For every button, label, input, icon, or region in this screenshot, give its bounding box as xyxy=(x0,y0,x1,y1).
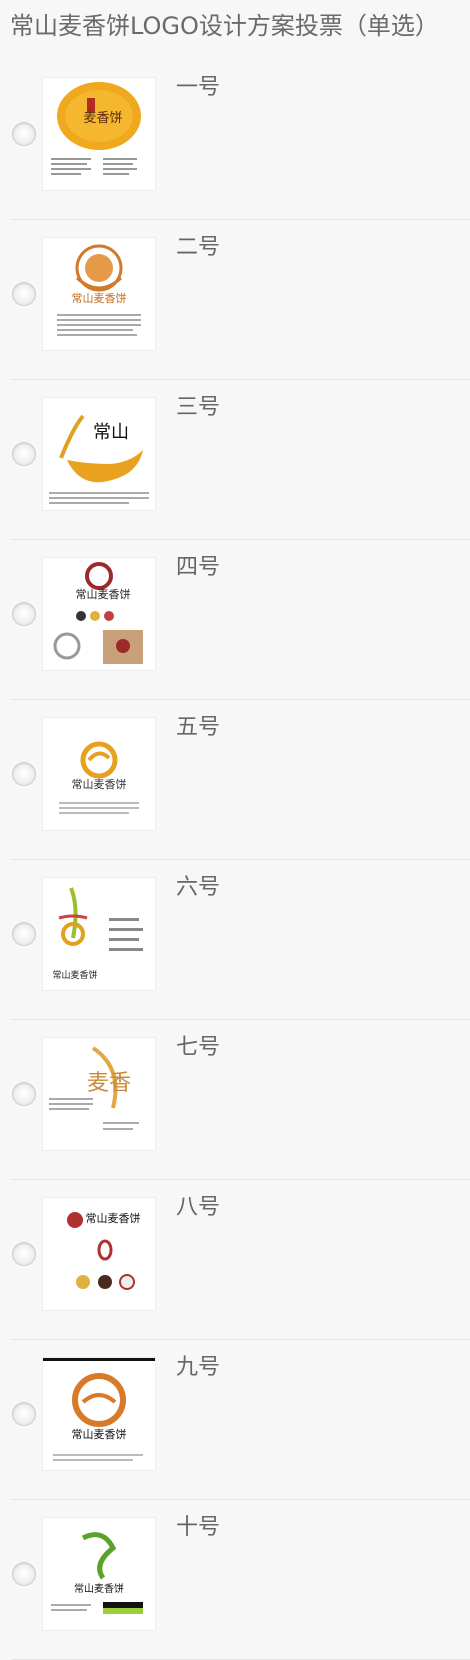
vote-option-7[interactable]: 麦香 七号 xyxy=(12,1020,470,1180)
logo-thumbnail[interactable]: 常山麦香饼 xyxy=(42,557,156,671)
option-label: 九号 xyxy=(176,1355,221,1380)
option-label: 五号 xyxy=(176,715,221,740)
logo-text: 常山麦香饼 xyxy=(76,587,131,601)
vote-option-3[interactable]: 常山 三号 xyxy=(12,380,470,540)
logo-text: 麦香饼 xyxy=(83,111,122,126)
logo-text: 常山 xyxy=(93,422,129,443)
vote-option-5[interactable]: 常山麦香饼 五号 xyxy=(12,700,470,860)
logo-thumbnail[interactable]: 常山麦香饼 xyxy=(42,877,156,991)
option-label: 六号 xyxy=(176,875,221,900)
logo-text: 常山麦香饼 xyxy=(72,777,127,791)
vote-option-8[interactable]: 常山麦香饼 八号 xyxy=(12,1180,470,1340)
vote-option-10[interactable]: 常山麦香饼 十号 xyxy=(12,1500,470,1660)
radio-button[interactable] xyxy=(12,1242,36,1266)
logo-thumbnail[interactable]: 常山麦香饼 xyxy=(42,1357,156,1471)
logo-text: 常山麦香饼 xyxy=(52,969,97,981)
option-label: 二号 xyxy=(176,235,221,260)
radio-button[interactable] xyxy=(12,1082,36,1106)
logo-text: 常山麦香饼 xyxy=(74,1582,124,1595)
radio-button[interactable] xyxy=(12,1402,36,1426)
option-label: 七号 xyxy=(176,1035,221,1060)
radio-button[interactable] xyxy=(12,282,36,306)
vote-options-list: 麦香饼 一号 常山麦香饼 二号 常山 三号 常山麦香饼 四号 常山麦香饼 五号 … xyxy=(0,60,470,1660)
vote-option-4[interactable]: 常山麦香饼 四号 xyxy=(12,540,470,700)
logo-text: 常山麦香饼 xyxy=(72,1427,127,1441)
radio-button[interactable] xyxy=(12,122,36,146)
logo-text: 常山麦香饼 xyxy=(72,291,127,305)
logo-thumbnail[interactable]: 常山 xyxy=(42,397,156,511)
logo-text: 常山麦香饼 xyxy=(86,1211,141,1225)
vote-option-6[interactable]: 常山麦香饼 六号 xyxy=(12,860,470,1020)
logo-thumbnail[interactable]: 常山麦香饼 xyxy=(42,237,156,351)
logo-thumbnail[interactable]: 麦香 xyxy=(42,1037,156,1151)
vote-option-1[interactable]: 麦香饼 一号 xyxy=(12,60,470,220)
logo-thumbnail[interactable]: 常山麦香饼 xyxy=(42,1197,156,1311)
logo-thumbnail[interactable]: 常山麦香饼 xyxy=(42,717,156,831)
vote-option-9[interactable]: 常山麦香饼 九号 xyxy=(12,1340,470,1500)
radio-button[interactable] xyxy=(12,922,36,946)
logo-thumbnail[interactable]: 麦香饼 xyxy=(42,77,156,191)
radio-button[interactable] xyxy=(12,442,36,466)
option-label: 四号 xyxy=(176,555,221,580)
radio-button[interactable] xyxy=(12,762,36,786)
page-title: 常山麦香饼LOGO设计方案投票（单选） xyxy=(10,12,439,40)
option-label: 十号 xyxy=(176,1515,221,1540)
radio-button[interactable] xyxy=(12,602,36,626)
logo-thumbnail[interactable]: 常山麦香饼 xyxy=(42,1517,156,1631)
option-label: 八号 xyxy=(176,1195,221,1220)
option-label: 一号 xyxy=(176,75,221,100)
option-label: 三号 xyxy=(176,395,221,420)
vote-option-2[interactable]: 常山麦香饼 二号 xyxy=(12,220,470,380)
radio-button[interactable] xyxy=(12,1562,36,1586)
logo-text: 麦香 xyxy=(87,1071,131,1096)
